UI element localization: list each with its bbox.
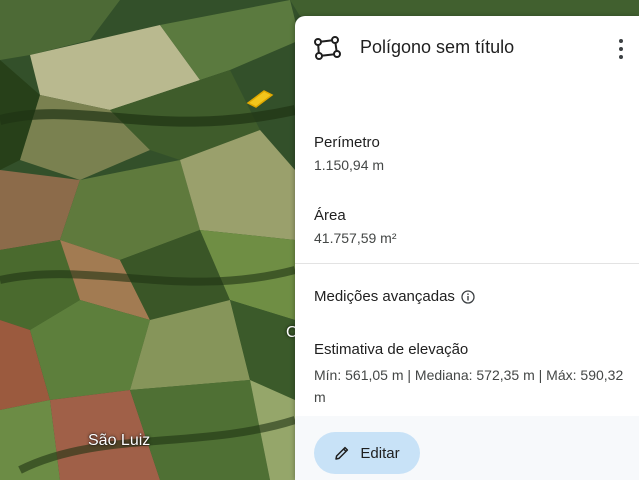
perimeter-value: 1.150,94 m (314, 157, 385, 173)
menu-dot (619, 39, 623, 43)
advanced-measurements-label: Medições avançadas (314, 288, 455, 305)
measurement-panel: Polígono sem título Perímetro 1.150,94 m… (295, 16, 639, 480)
polygon-icon (314, 36, 341, 60)
panel-header: Polígono sem título (295, 16, 639, 80)
perimeter-label: Perímetro (314, 134, 380, 151)
section-divider (295, 263, 639, 264)
panel-title[interactable]: Polígono sem título (360, 37, 514, 58)
menu-dot (619, 55, 623, 59)
edit-button-label: Editar (360, 444, 400, 462)
area-value: 41.757,59 m² (314, 230, 397, 246)
pencil-icon (335, 446, 349, 460)
measured-polygon[interactable] (246, 89, 274, 109)
more-vert-icon[interactable] (613, 37, 629, 61)
edit-button[interactable]: Editar (314, 432, 420, 474)
elevation-label: Estimativa de elevação (314, 341, 469, 358)
panel-footer: Editar (295, 416, 639, 480)
menu-dot (619, 47, 623, 51)
elevation-value: Mín: 561,05 m | Mediana: 572,35 m | Máx:… (314, 367, 624, 405)
advanced-measurements-header: Medições avançadas (314, 288, 475, 305)
map-place-label: São Luiz (88, 432, 151, 449)
info-icon[interactable] (461, 289, 475, 304)
area-label: Área (314, 207, 346, 224)
